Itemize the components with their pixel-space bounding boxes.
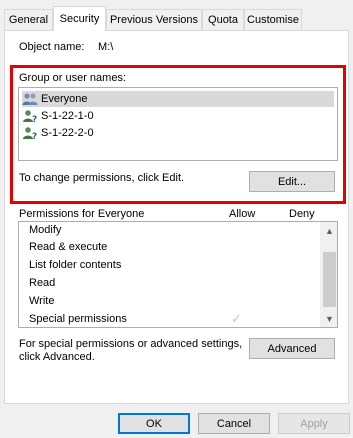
list-item-everyone[interactable]: Everyone	[22, 91, 334, 107]
svg-text:?: ?	[32, 115, 37, 123]
list-item-s-1-22-1-0[interactable]: ? S-1-22-1-0	[22, 108, 94, 125]
permission-row-modify: Modify	[29, 224, 61, 240]
tab-label: Customise	[247, 14, 299, 26]
cancel-button-label: Cancel	[216, 417, 252, 430]
permission-name: Modify	[29, 224, 62, 236]
permissions-scrollbar[interactable]: ▲ ▼	[320, 222, 337, 327]
tab-previous-versions[interactable]: Previous Versions	[106, 9, 202, 30]
user-list[interactable]: Everyone ? S-1-22-1-0 ? S-1-22-2-0	[18, 87, 338, 161]
apply-button[interactable]: Apply	[278, 413, 350, 434]
ok-button[interactable]: OK	[118, 413, 190, 434]
tab-security[interactable]: Security	[53, 6, 106, 31]
group-label: Group or user names:	[19, 72, 126, 84]
tab-general[interactable]: General	[4, 9, 53, 30]
deny-column-header: Deny	[289, 208, 315, 220]
user-name: Everyone	[41, 93, 88, 105]
advanced-text-line1: For special permissions or advanced sett…	[19, 338, 243, 350]
edit-button-label: Edit...	[277, 175, 307, 188]
permissions-title: Permissions for Everyone	[19, 208, 145, 220]
scroll-thumb[interactable]	[323, 252, 336, 307]
advanced-button[interactable]: Advanced	[249, 338, 335, 359]
unknown-user-icon: ?	[22, 126, 38, 142]
advanced-button-label: Advanced	[267, 342, 317, 355]
svg-text:?: ?	[32, 132, 37, 140]
edit-button[interactable]: Edit...	[249, 171, 335, 192]
user-name: S-1-22-2-0	[41, 127, 94, 139]
advanced-text-line2: click Advanced.	[19, 351, 95, 363]
permission-row-list-folder-contents: List folder contents	[29, 259, 121, 275]
tab-label: General	[8, 14, 49, 26]
users-group-icon	[22, 92, 38, 106]
permission-row-write: Write	[29, 295, 54, 311]
tab-quota[interactable]: Quota	[202, 9, 244, 30]
permission-name: Read & execute	[29, 241, 108, 253]
scroll-down-icon[interactable]: ▼	[321, 310, 337, 327]
object-name-label: Object name:	[19, 41, 85, 53]
scroll-up-icon[interactable]: ▲	[321, 222, 337, 239]
permission-row-special-permissions: Special permissions	[29, 313, 127, 327]
list-item-s-1-22-2-0[interactable]: ? S-1-22-2-0	[22, 125, 94, 142]
tab-strip: General Security Previous Versions Quota…	[0, 0, 353, 31]
ok-button-label: OK	[146, 417, 162, 430]
permission-name: List folder contents	[29, 259, 122, 271]
permission-name: Special permissions	[29, 313, 127, 325]
tab-customise[interactable]: Customise	[244, 9, 302, 30]
allow-column-header: Allow	[229, 208, 256, 220]
apply-button-label: Apply	[300, 417, 328, 430]
change-permissions-text: To change permissions, click Edit.	[19, 172, 185, 184]
unknown-user-icon: ?	[22, 109, 38, 125]
permission-row-read-execute: Read & execute	[29, 241, 107, 257]
allow-checkmark-icon: ✓	[231, 311, 242, 326]
tab-label: Quota	[208, 14, 238, 26]
permission-row-read: Read	[29, 277, 55, 293]
user-name: S-1-22-1-0	[41, 110, 94, 122]
permission-name: Write	[29, 295, 55, 307]
permissions-list[interactable]: Modify Read & execute List folder conten…	[18, 221, 338, 328]
permission-name: Read	[29, 277, 56, 289]
tab-label: Previous Versions	[109, 14, 199, 26]
object-name-value: M:\	[98, 41, 114, 53]
tab-label: Security	[59, 13, 100, 25]
cancel-button[interactable]: Cancel	[198, 413, 270, 434]
